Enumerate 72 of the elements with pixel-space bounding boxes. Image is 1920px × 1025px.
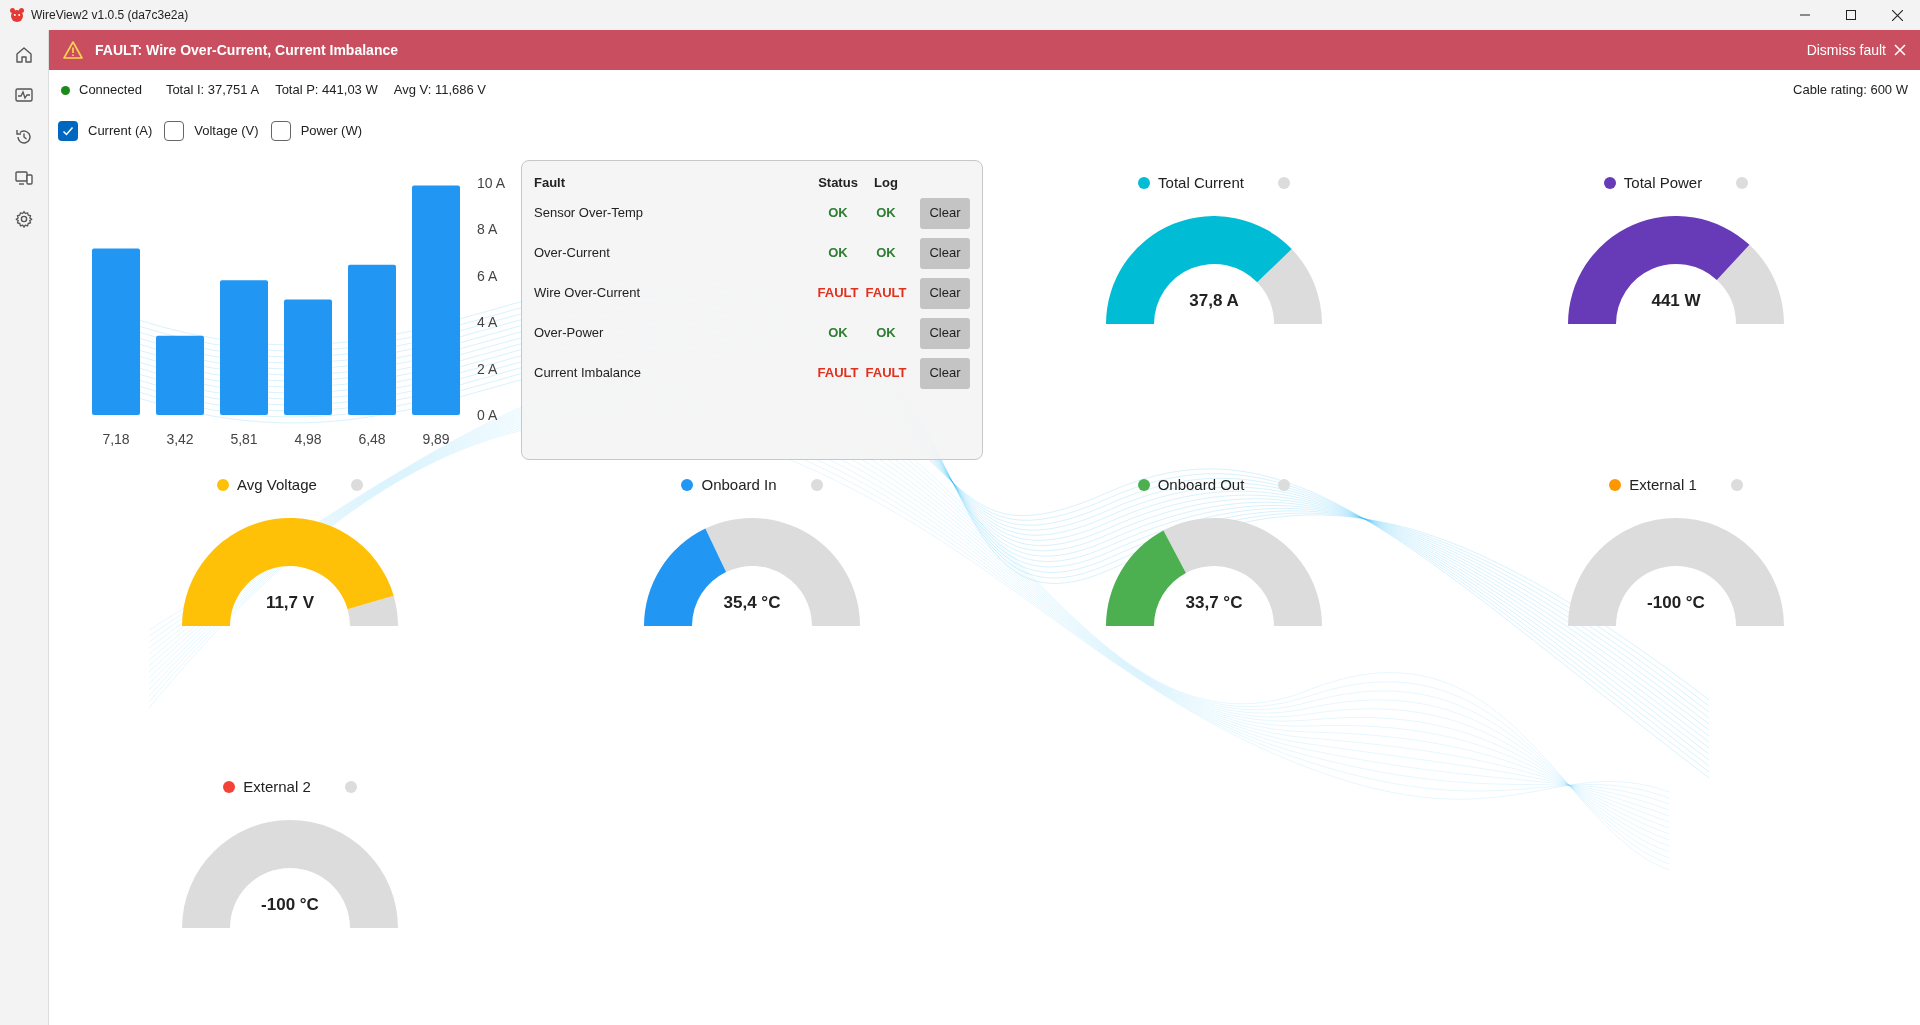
gauge-label: External 2 — [243, 776, 311, 797]
bar-label: 4,98 — [294, 431, 322, 447]
bar-label: 7,18 — [102, 431, 130, 447]
fault-log: FAULT — [864, 364, 908, 383]
axis-tick-label: 8 A — [477, 221, 498, 238]
dismiss-fault-button[interactable]: Dismiss fault — [1806, 39, 1906, 61]
gauge-value: 35,4 °C — [722, 592, 782, 614]
gauge-label: Onboard In — [701, 474, 777, 495]
clear-button[interactable]: Clear — [920, 277, 970, 309]
close-icon — [1894, 44, 1906, 56]
axis-tick-label: 4 A — [477, 314, 498, 331]
gauge-label: Total Power — [1623, 172, 1703, 193]
bar-label: 5,81 — [230, 431, 258, 447]
check-icon — [62, 125, 74, 137]
fault-log: OK — [875, 324, 897, 343]
cable-rating: Cable rating: 600 W — [1793, 81, 1908, 100]
axis-tick-label: 2 A — [477, 360, 498, 377]
gauge-value: -100 °C — [1646, 592, 1706, 614]
fault-status: OK — [827, 324, 849, 343]
gauge-value: -100 °C — [260, 894, 320, 916]
fault-status: OK — [827, 244, 849, 263]
connection-status: Connected — [79, 81, 142, 100]
checkbox-label: Power (W) — [300, 122, 362, 141]
gauge-value: 33,7 °C — [1184, 592, 1244, 614]
fault-message: FAULT: Wire Over-Current, Current Imbalance — [95, 40, 398, 60]
clear-button[interactable]: Clear — [920, 197, 970, 229]
fault-status: FAULT — [816, 364, 860, 383]
gauge-value: 11,7 V — [264, 592, 316, 614]
fault-name: Current Imbalance — [534, 364, 642, 383]
fault-log: OK — [875, 204, 897, 223]
gauge-label: Onboard Out — [1157, 474, 1245, 495]
column-header: Status — [817, 174, 859, 193]
avg-voltage-reading: Avg V: 11,686 V — [393, 81, 487, 100]
clear-button[interactable]: Clear — [920, 237, 970, 269]
axis-tick-label: 6 A — [477, 267, 498, 284]
home-icon — [14, 44, 34, 65]
fault-name: Over-Current — [534, 244, 611, 263]
checkbox[interactable] — [164, 121, 185, 141]
total-power-reading: Total P: 441,03 W — [275, 81, 378, 100]
bar-label: 3,42 — [166, 431, 194, 447]
column-header: Fault — [534, 174, 567, 193]
gauge-track — [347, 595, 398, 626]
fault-log: OK — [875, 244, 897, 263]
axis-tick-label: 0 A — [477, 407, 498, 423]
gauge-label: Avg Voltage — [237, 474, 317, 495]
total-current-reading: Total I: 37,751 A — [165, 81, 260, 100]
clear-button[interactable]: Clear — [920, 357, 970, 389]
bar-label: 9,89 — [422, 431, 450, 447]
checkbox-label: Current (A) — [88, 122, 153, 141]
gauge-value: 441 W — [1650, 290, 1702, 312]
gauge-value: 37,8 A — [1188, 290, 1240, 312]
fault-name: Wire Over-Current — [534, 284, 642, 303]
app-logo-icon — [9, 7, 25, 23]
clear-button[interactable]: Clear — [920, 317, 970, 349]
fault-name: Sensor Over-Temp — [534, 204, 645, 223]
settings-icon — [14, 208, 34, 229]
gauge-label: Total Current — [1158, 172, 1244, 193]
fault-status: FAULT — [816, 284, 860, 303]
checkbox[interactable] — [58, 121, 78, 141]
close-icon — [1891, 9, 1903, 21]
warning-icon — [63, 41, 83, 59]
fault-log: FAULT — [864, 284, 908, 303]
window-title: WireView2 v1.0.5 (da7c3e2a) — [31, 7, 189, 24]
checkbox-label: Voltage (V) — [194, 122, 259, 141]
fault-name: Over-Power — [534, 324, 605, 343]
maximize-icon — [1846, 10, 1856, 20]
fault-status: OK — [827, 204, 849, 223]
checkbox[interactable] — [270, 121, 291, 141]
bar-label: 6,48 — [358, 431, 386, 447]
axis-tick-label: 10 A — [477, 175, 506, 191]
gauge-label: External 1 — [1629, 474, 1697, 495]
column-header: Log — [873, 174, 899, 193]
